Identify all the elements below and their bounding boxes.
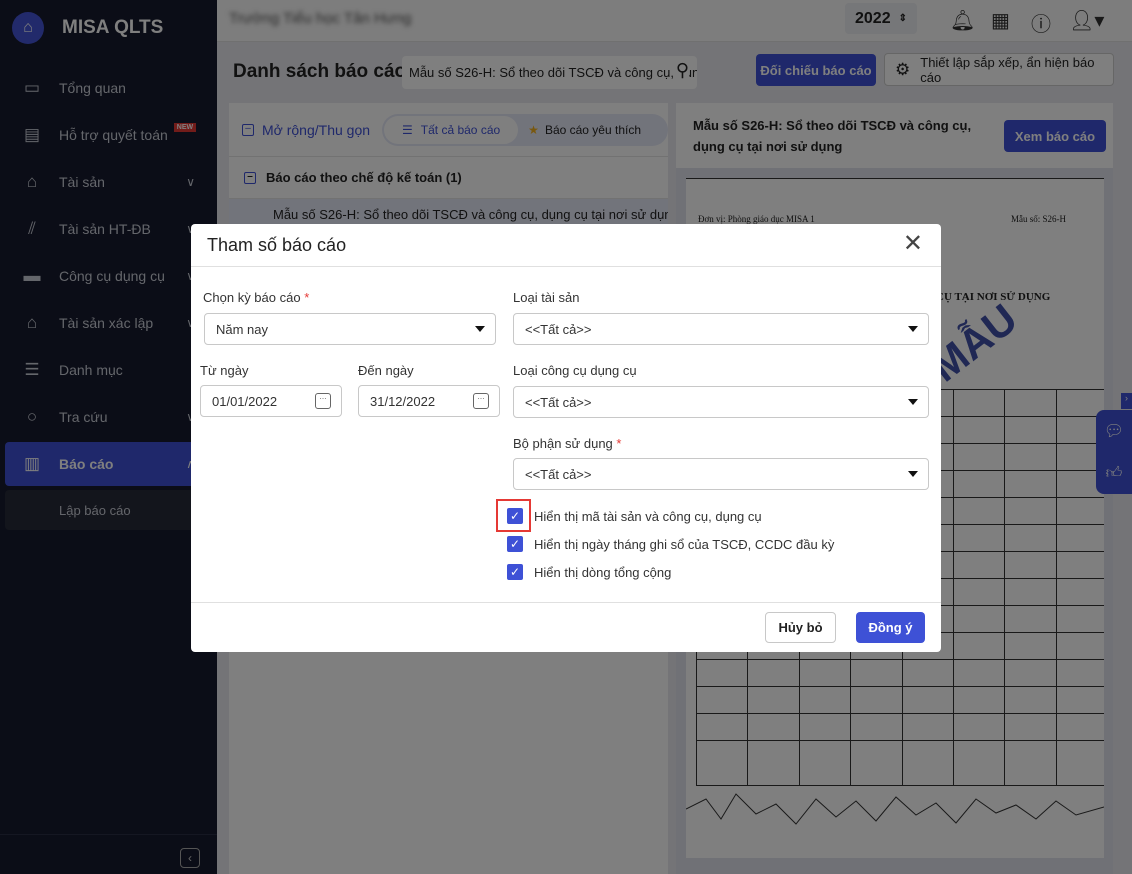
from-date-label: Từ ngày	[200, 363, 249, 378]
required-mark: *	[616, 436, 622, 451]
caret-down-icon	[908, 471, 918, 477]
period-select[interactable]: Năm nay	[204, 313, 496, 345]
highlight-box	[496, 499, 531, 532]
calendar-icon[interactable]: ⋯	[473, 393, 489, 409]
value: 01/01/2022	[212, 393, 278, 409]
report-params-dialog: Tham số báo cáo ✕ Chọn kỳ báo cáo * Năm …	[191, 224, 941, 652]
period-label: Chọn kỳ báo cáo *	[203, 290, 309, 305]
label: Hiển thị ngày tháng ghi sổ của TSCĐ, CCD…	[534, 536, 835, 552]
required-mark: *	[304, 290, 310, 305]
close-icon[interactable]: ✕	[903, 232, 923, 256]
caret-down-icon	[475, 326, 485, 332]
dialog-title: Tham số báo cáo	[207, 234, 347, 255]
department-select[interactable]: <<Tất cả>>	[513, 458, 929, 490]
label: Hiển thị dòng tổng cộng	[534, 564, 672, 580]
value: Năm nay	[216, 321, 269, 337]
department-label: Bộ phận sử dụng *	[513, 436, 621, 451]
value: 31/12/2022	[370, 393, 436, 409]
checkbox-show-record-date[interactable]: ✓ Hiển thị ngày tháng ghi sổ của TSCĐ, CC…	[507, 536, 834, 552]
tool-type-label: Loại công cụ dụng cụ	[513, 363, 637, 378]
value: <<Tất cả>>	[525, 394, 592, 410]
cancel-button[interactable]: Hủy bỏ	[765, 612, 836, 643]
to-date-input[interactable]: 31/12/2022 ⋯	[358, 385, 500, 417]
calendar-icon[interactable]: ⋯	[315, 393, 331, 409]
asset-type-label: Loại tài sản	[513, 290, 580, 305]
checkbox-checked-icon[interactable]: ✓	[507, 536, 523, 552]
value: <<Tất cả>>	[525, 466, 592, 482]
checkbox-show-total-row[interactable]: ✓ Hiển thị dòng tổng cộng	[507, 564, 671, 580]
label: Bộ phận sử dụng	[513, 436, 613, 451]
checkbox-show-asset-code[interactable]: ✓ Hiển thị mã tài sản và công cụ, dụng cụ	[507, 508, 762, 524]
caret-down-icon	[908, 326, 918, 332]
checkbox-checked-icon[interactable]: ✓	[507, 564, 523, 580]
to-date-label: Đến ngày	[358, 363, 414, 378]
value: <<Tất cả>>	[525, 321, 592, 337]
from-date-input[interactable]: 01/01/2022 ⋯	[200, 385, 342, 417]
dialog-footer-divider	[191, 602, 941, 603]
ok-button[interactable]: Đồng ý	[856, 612, 925, 643]
caret-down-icon	[908, 399, 918, 405]
asset-type-select[interactable]: <<Tất cả>>	[513, 313, 929, 345]
label: Chọn kỳ báo cáo	[203, 290, 301, 305]
tool-type-select[interactable]: <<Tất cả>>	[513, 386, 929, 418]
label: Hiển thị mã tài sản và công cụ, dụng cụ	[534, 508, 762, 524]
